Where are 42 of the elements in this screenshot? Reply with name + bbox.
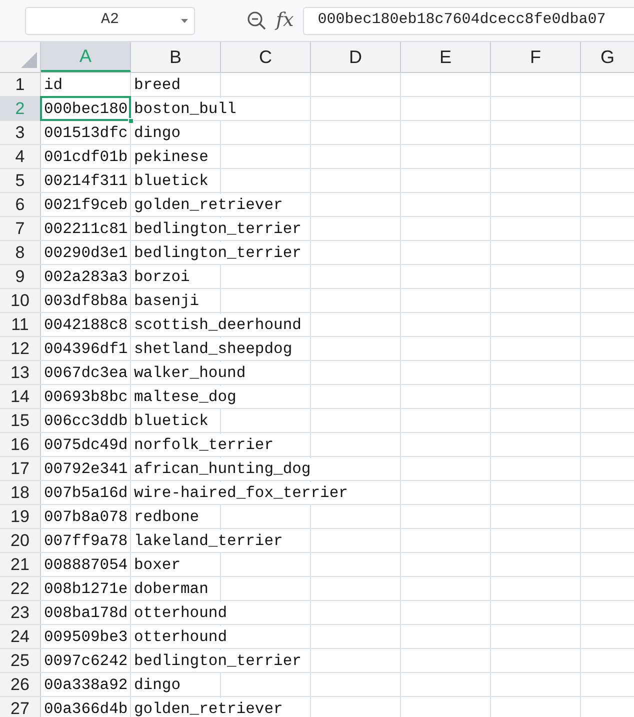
row-header[interactable]: 26: [0, 673, 41, 696]
fill-handle[interactable]: [128, 118, 134, 124]
table-cell: walker_hound: [131, 362, 247, 384]
row-header[interactable]: 15: [0, 409, 41, 432]
row-header[interactable]: 12: [0, 337, 41, 360]
row-header[interactable]: 24: [0, 625, 41, 648]
row-header[interactable]: 25: [0, 649, 41, 672]
row-header[interactable]: 6: [0, 193, 41, 216]
row-header[interactable]: 16: [0, 433, 41, 456]
row-header[interactable]: 21: [0, 553, 41, 576]
row-header[interactable]: 27: [0, 697, 41, 717]
column-header[interactable]: C: [221, 42, 311, 72]
row-header[interactable]: 8: [0, 241, 41, 264]
row-header[interactable]: 20: [0, 529, 41, 552]
row-header[interactable]: 18: [0, 481, 41, 504]
row-header[interactable]: 1: [0, 73, 41, 96]
name-box[interactable]: A2: [25, 6, 195, 34]
row-header[interactable]: 17: [0, 457, 41, 480]
row-header[interactable]: 3: [0, 121, 41, 144]
column-header[interactable]: B: [131, 42, 221, 72]
formula-field[interactable]: 000bec180eb18c7604dcecc8fe0dba07: [302, 6, 634, 34]
row-header[interactable]: 9: [0, 265, 41, 288]
caret-icon: [181, 18, 188, 22]
row-header[interactable]: 14: [0, 385, 41, 408]
row-header[interactable]: 4: [0, 145, 41, 168]
row-header[interactable]: 5: [0, 169, 41, 192]
row-header[interactable]: 7: [0, 217, 41, 240]
zoom-icon[interactable]: [247, 10, 267, 30]
column-header[interactable]: F: [491, 42, 581, 72]
function-icon[interactable]: fx: [276, 11, 294, 30]
table-cell: wire-haired_fox_terrier: [131, 482, 349, 504]
column-header[interactable]: G: [581, 42, 634, 72]
row-header[interactable]: 10: [0, 289, 41, 312]
column-header[interactable]: D: [311, 42, 401, 72]
row-header[interactable]: 23: [0, 601, 41, 624]
cell-reference: A2: [100, 10, 119, 30]
row-header[interactable]: 22: [0, 577, 41, 600]
row-header[interactable]: 19: [0, 505, 41, 528]
row-header[interactable]: 13: [0, 361, 41, 384]
row-header[interactable]: 11: [0, 313, 41, 336]
column-header[interactable]: E: [401, 42, 491, 72]
select-all-corner-icon[interactable]: [21, 52, 37, 68]
